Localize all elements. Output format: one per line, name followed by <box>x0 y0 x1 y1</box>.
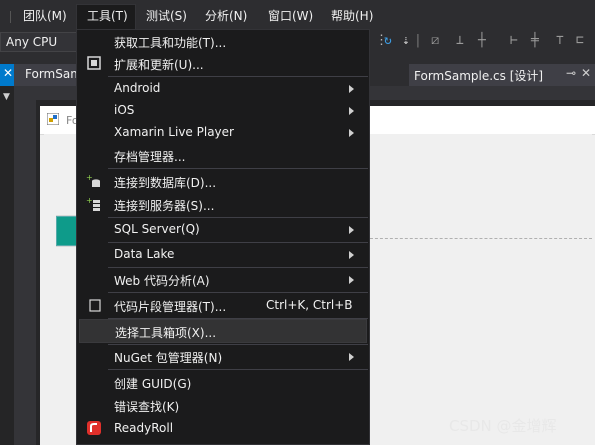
submenu-arrow-icon <box>349 107 354 115</box>
submenu-arrow-icon <box>349 251 354 259</box>
menu-item-label: 获取工具和功能(T)... <box>114 36 227 50</box>
menu-item-web-code-analysis[interactable]: Web 代码分析(A) <box>77 268 369 290</box>
align-right-icon[interactable]: ⊢ <box>510 33 518 48</box>
menu-item-label: 扩展和更新(U)... <box>114 58 204 72</box>
form-icon <box>47 113 59 125</box>
menu-item-label: 选择工具箱项(X)... <box>115 326 217 340</box>
checkbox-icon <box>89 299 101 312</box>
menu-tools[interactable]: 工具(T) <box>87 7 128 25</box>
menu-item-snippets-manager[interactable]: 代码片段管理器(T)... Ctrl+K, Ctrl+B <box>77 294 369 316</box>
menu-item-get-tools[interactable]: 获取工具和功能(T)... <box>77 30 369 52</box>
menu-item-create-guid[interactable]: 创建 GUID(G) <box>77 371 369 393</box>
menu-item-archive-manager[interactable]: 存档管理器... <box>77 144 369 166</box>
pin-icon[interactable]: ⊸ <box>566 66 576 80</box>
svg-text:+: + <box>86 196 93 205</box>
align-middle-icon[interactable]: ⊤ <box>556 33 564 48</box>
menu-item-data-lake[interactable]: Data Lake <box>77 243 369 265</box>
left-tool-strip <box>0 86 14 445</box>
close-icon[interactable]: ✕ <box>581 66 591 80</box>
menu-item-label: ReadyRoll <box>114 421 174 435</box>
menu-separator <box>108 168 368 169</box>
menu-separator <box>108 292 368 293</box>
menu-test[interactable]: 测试(S) <box>146 7 187 25</box>
watermark: CSDN @金增辉 <box>449 417 557 435</box>
menu-item-ios[interactable]: iOS <box>77 99 369 121</box>
menu-item-label: 连接到数据库(D)... <box>114 176 217 190</box>
menu-item-android[interactable]: Android <box>77 77 369 99</box>
redo-icon[interactable]: ↻ <box>384 33 392 48</box>
toolbar-separator-icon: | <box>414 33 422 48</box>
collapse-icon[interactable]: ✕ <box>3 66 13 80</box>
menu-item-label: 存档管理器... <box>114 150 186 164</box>
menu-item-extensions[interactable]: 扩展和更新(U)... <box>77 52 369 74</box>
menu-item-readyroll[interactable]: ReadyRoll <box>77 417 369 439</box>
menu-item-nuget[interactable]: NuGet 包管理器(N) <box>77 345 369 367</box>
menu-team[interactable]: 团队(M) <box>23 7 67 25</box>
menu-item-label: Web 代码分析(A) <box>114 274 210 288</box>
menu-item-label: 错误查找(K) <box>114 400 180 414</box>
menu-separator <box>10 11 11 23</box>
menu-item-label: NuGet 包管理器(N) <box>114 351 223 365</box>
menu-item-xamarin[interactable]: Xamarin Live Player <box>77 121 369 143</box>
server-connect-icon: + <box>86 196 100 211</box>
menu-item-label: 连接到服务器(S)... <box>114 199 215 213</box>
menu-item-label: 创建 GUID(G) <box>114 377 192 391</box>
database-connect-icon: + <box>86 173 100 187</box>
menu-item-connect-server[interactable]: + 连接到服务器(S)... <box>77 193 369 215</box>
menu-analyze[interactable]: 分析(N) <box>205 7 247 25</box>
align-left-icon[interactable]: ⊥ <box>456 33 464 48</box>
readyroll-icon <box>87 421 101 435</box>
menu-help[interactable]: 帮助(H) <box>331 7 373 25</box>
menu-item-label: SQL Server(Q) <box>114 222 200 236</box>
menu-separator <box>108 369 368 370</box>
menu-item-label: Xamarin Live Player <box>114 125 234 139</box>
submenu-arrow-icon <box>349 226 354 234</box>
submenu-arrow-icon <box>349 129 354 137</box>
menu-item-label: Android <box>114 81 161 95</box>
menu-item-label: 代码片段管理器(T)... <box>114 300 227 314</box>
svg-text:+: + <box>86 173 93 182</box>
menu-item-label: Data Lake <box>114 247 175 261</box>
menu-item-connect-database[interactable]: + 连接到数据库(D)... <box>77 170 369 192</box>
align-bottom-icon[interactable]: ⊏ <box>576 33 584 48</box>
menu-item-error-lookup[interactable]: 错误查找(K) <box>77 394 369 416</box>
grid-align-icon[interactable]: ⧄ <box>431 33 439 48</box>
align-center-icon[interactable]: ┼ <box>478 33 486 48</box>
dropdown-arrow-icon[interactable]: ▼ <box>3 92 10 102</box>
align-top-icon[interactable]: ╪ <box>531 33 539 48</box>
menu-item-choose-toolbox-items[interactable]: 选择工具箱项(X)... <box>79 319 367 343</box>
submenu-arrow-icon <box>349 276 354 284</box>
submenu-arrow-icon <box>349 353 354 361</box>
menu-item-shortcut: Ctrl+K, Ctrl+B <box>266 298 353 312</box>
platform-combo-value: Any CPU <box>6 35 58 49</box>
menu-item-label: iOS <box>114 103 135 117</box>
tab-formsample-design-label: FormSample.cs [设计] <box>414 69 544 83</box>
cursor-icon[interactable]: ⇣ <box>402 33 410 48</box>
menu-item-sql-server[interactable]: SQL Server(Q) <box>77 218 369 240</box>
submenu-arrow-icon <box>349 85 354 93</box>
extensions-icon <box>87 56 101 70</box>
snap-guide-line <box>360 238 592 239</box>
menu-window[interactable]: 窗口(W) <box>268 7 313 25</box>
